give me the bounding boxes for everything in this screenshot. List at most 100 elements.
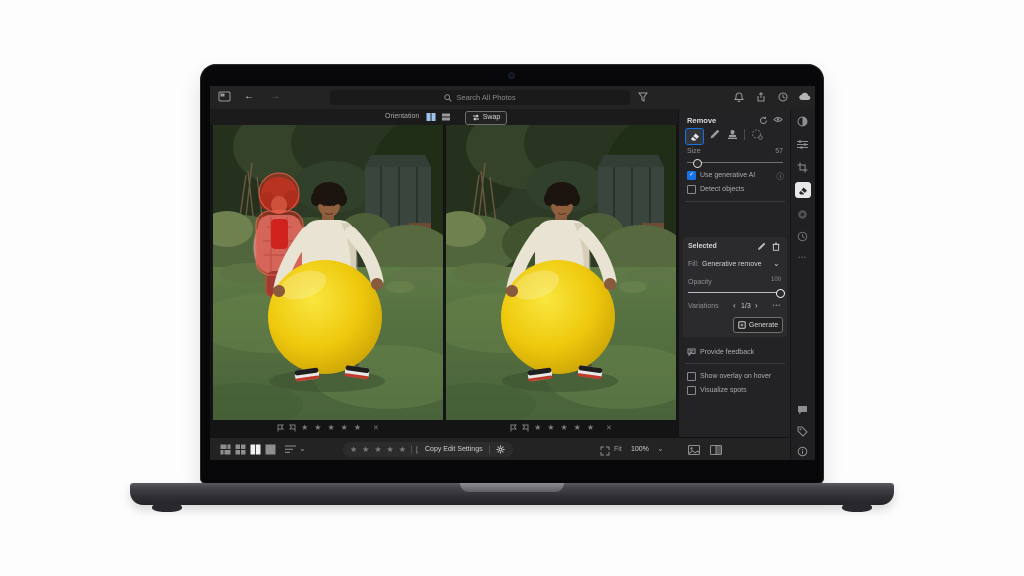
provide-feedback-button[interactable]: Provide feedback bbox=[687, 348, 754, 356]
rail-comments-icon[interactable] bbox=[795, 402, 810, 417]
checkbox-checked[interactable]: ✓ bbox=[687, 171, 696, 180]
swap-button[interactable]: Swap bbox=[465, 110, 507, 125]
rail-info-icon[interactable] bbox=[795, 444, 810, 459]
object-select-tool[interactable] bbox=[751, 129, 763, 140]
more-options-icon[interactable]: ••• bbox=[773, 303, 781, 309]
checkbox-unchecked[interactable] bbox=[687, 185, 696, 194]
copy-edit-settings-button[interactable]: Copy Edit Settings bbox=[425, 446, 483, 453]
trash-icon[interactable] bbox=[772, 242, 780, 251]
lightroom-window: ← → Search All Photos Orientation Swap ★… bbox=[210, 86, 815, 460]
use-generative-ai-row[interactable]: ✓ Use generative AI bbox=[687, 171, 755, 180]
remove-tool-eraser[interactable] bbox=[685, 128, 704, 145]
reject-flag-icon[interactable] bbox=[289, 424, 296, 432]
share-icon[interactable] bbox=[756, 92, 766, 102]
size-slider-knob[interactable] bbox=[693, 158, 702, 168]
swap-label: Swap bbox=[482, 114, 501, 121]
orientation-vertical-icon[interactable] bbox=[426, 112, 436, 122]
rail-masking-icon[interactable] bbox=[795, 207, 810, 222]
panels-toggle-icon[interactable] bbox=[218, 91, 231, 102]
opacity-slider[interactable] bbox=[688, 292, 782, 293]
reset-icon[interactable] bbox=[759, 116, 768, 125]
star-icon[interactable]: ★ bbox=[362, 445, 370, 454]
generate-sparkle-icon bbox=[738, 321, 746, 329]
divider bbox=[488, 445, 490, 454]
zoom-level-value[interactable]: 100% bbox=[631, 446, 649, 453]
orientation-horizontal-icon[interactable] bbox=[441, 112, 451, 122]
pick-flag-icon[interactable] bbox=[277, 424, 285, 432]
star-icon[interactable]: ★ bbox=[387, 445, 395, 454]
clear-rating-icon[interactable]: ✕ bbox=[606, 424, 612, 432]
clone-stamp-tool[interactable] bbox=[727, 129, 738, 140]
settings-gear-icon[interactable] bbox=[496, 445, 505, 454]
edit-pencil-icon[interactable] bbox=[757, 242, 766, 251]
orientation-label: Orientation bbox=[385, 113, 420, 120]
view-photogrid-icon[interactable] bbox=[219, 443, 232, 456]
sort-chevron-icon[interactable]: ⌄ bbox=[299, 444, 306, 453]
filter-icon[interactable] bbox=[638, 92, 648, 102]
star-icon[interactable]: ★ bbox=[374, 445, 382, 454]
forward-button[interactable]: → bbox=[270, 91, 280, 102]
rail-history-icon[interactable] bbox=[795, 229, 810, 244]
view-detail-icon[interactable] bbox=[264, 443, 277, 456]
pick-flag-icon[interactable] bbox=[510, 424, 518, 432]
rail-more-icon[interactable]: ••• bbox=[795, 250, 810, 265]
after-photo[interactable] bbox=[446, 125, 676, 420]
rail-keywords-tag-icon[interactable] bbox=[795, 424, 810, 439]
star-icon[interactable]: ★ bbox=[399, 445, 407, 454]
detect-objects-row[interactable]: Detect objects bbox=[687, 185, 744, 194]
generate-button[interactable]: Generate bbox=[733, 317, 783, 333]
view-compare-icon-active[interactable] bbox=[249, 443, 262, 456]
reject-flag-icon[interactable] bbox=[522, 424, 529, 432]
star-icon[interactable]: ★ bbox=[341, 424, 349, 432]
star-icon[interactable]: ★ bbox=[534, 424, 542, 432]
eye-icon[interactable] bbox=[773, 116, 783, 123]
before-after-icon[interactable] bbox=[687, 443, 700, 456]
visualize-spots-label: Visualize spots bbox=[700, 387, 747, 394]
visualize-spots-row[interactable]: Visualize spots bbox=[687, 386, 747, 395]
divider bbox=[685, 363, 785, 364]
notifications-bell-icon[interactable] bbox=[734, 92, 744, 102]
sync-activity-icon[interactable] bbox=[778, 92, 788, 102]
rail-edit-icon[interactable] bbox=[795, 114, 810, 129]
show-overlay-row[interactable]: Show overlay on hover bbox=[687, 372, 771, 381]
clear-rating-icon[interactable]: ✕ bbox=[373, 424, 379, 432]
star-icon[interactable]: ★ bbox=[354, 424, 362, 432]
checkbox-unchecked[interactable] bbox=[687, 386, 696, 395]
info-icon[interactable]: ⓘ bbox=[777, 171, 785, 182]
star-icon[interactable]: ★ bbox=[314, 424, 322, 432]
star-icon[interactable]: ★ bbox=[547, 424, 555, 432]
view-squaregrid-icon[interactable] bbox=[234, 443, 247, 456]
fill-mode-dropdown[interactable]: Generative remove bbox=[702, 261, 762, 268]
rail-crop-icon[interactable] bbox=[795, 160, 810, 175]
chevron-down-icon[interactable]: ⌄ bbox=[773, 259, 780, 268]
fit-label[interactable]: Fit bbox=[614, 446, 622, 453]
star-icon[interactable]: ★ bbox=[560, 424, 568, 432]
rail-remove-tool-active[interactable] bbox=[794, 182, 811, 198]
provide-feedback-label: Provide feedback bbox=[700, 348, 755, 356]
laptop-foot-left bbox=[152, 503, 182, 512]
heal-brush-tool[interactable] bbox=[709, 129, 720, 140]
back-button[interactable]: ← bbox=[244, 91, 254, 102]
star-icon[interactable]: ★ bbox=[574, 424, 582, 432]
chevron-right-icon[interactable]: › bbox=[755, 301, 758, 310]
star-icon[interactable]: ★ bbox=[350, 445, 358, 454]
star-icon[interactable]: ★ bbox=[301, 424, 309, 432]
laptop-foot-right bbox=[842, 503, 872, 512]
opacity-slider-knob[interactable] bbox=[776, 288, 785, 298]
rail-presets-icon[interactable] bbox=[795, 137, 810, 152]
use-generative-ai-label: Use generative AI bbox=[700, 172, 756, 179]
fullscreen-icon[interactable] bbox=[598, 444, 611, 457]
sort-icon[interactable] bbox=[284, 443, 297, 456]
zoom-chevron-icon[interactable]: ⌄ bbox=[657, 444, 664, 453]
search-input[interactable]: Search All Photos bbox=[330, 90, 630, 105]
checkbox-unchecked[interactable] bbox=[687, 372, 696, 381]
detect-objects-label: Detect objects bbox=[700, 186, 745, 193]
star-icon[interactable]: ★ bbox=[327, 424, 335, 432]
cloud-icon[interactable] bbox=[799, 92, 811, 101]
before-photo[interactable] bbox=[213, 125, 443, 420]
star-icon[interactable]: ★ bbox=[587, 424, 595, 432]
chevron-left-icon[interactable]: ‹ bbox=[733, 301, 736, 310]
laptop-lid-notch bbox=[460, 483, 564, 492]
split-view-icon[interactable] bbox=[709, 443, 722, 456]
show-overlay-label: Show overlay on hover bbox=[700, 373, 772, 380]
